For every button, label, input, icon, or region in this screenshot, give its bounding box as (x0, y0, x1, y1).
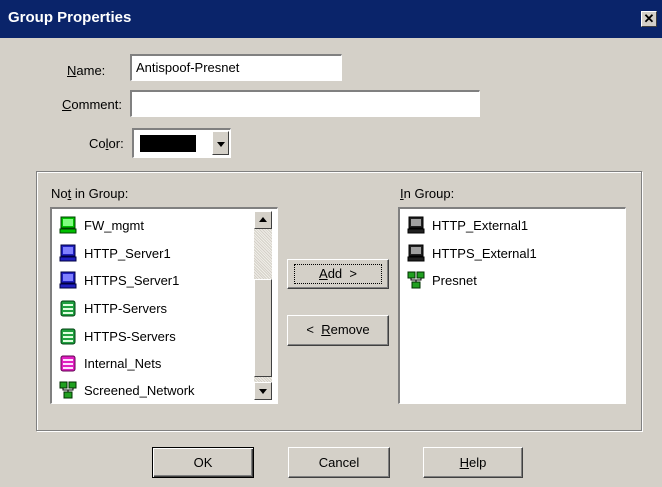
list-item[interactable]: HTTPS_Server1 (58, 267, 179, 293)
list-item-label: HTTP-Servers (84, 300, 168, 316)
list-item[interactable]: HTTPS-Servers (58, 323, 176, 349)
network-icon (59, 381, 77, 399)
color-swatch (140, 135, 196, 152)
scroll-up-button[interactable] (254, 211, 272, 229)
network-icon (407, 271, 425, 289)
name-field[interactable]: Antispoof-Presnet (130, 54, 342, 81)
list-item[interactable]: FW_mgmt (58, 212, 144, 238)
list-item[interactable]: HTTP_External1 (406, 212, 528, 238)
title-bar: Group Properties ✕ (0, 0, 662, 38)
list-item[interactable]: HTTP_Server1 (58, 240, 171, 266)
help-button[interactable]: Help (423, 447, 523, 478)
not-in-group-label: Not in Group: (51, 186, 129, 201)
comment-field[interactable] (130, 90, 480, 117)
workstation-green-icon (59, 216, 77, 234)
list-scrollbar[interactable] (254, 211, 272, 400)
scroll-down-button[interactable] (254, 382, 272, 400)
list-item-label: HTTP_External1 (432, 217, 529, 233)
in-group-label: In Group: (400, 186, 455, 201)
color-dropdown[interactable] (132, 128, 231, 158)
name-value: Antispoof-Presnet (136, 60, 240, 75)
in-group-list[interactable]: HTTP_External1 HTTPS_External1 Presnet (398, 207, 626, 404)
add-button[interactable]: Add > (287, 259, 389, 289)
chevron-down-icon (217, 142, 225, 147)
not-in-group-list[interactable]: FW_mgmt HTTP_Server1 HTTPS_Server1 HTTP-… (50, 207, 278, 404)
remove-button[interactable]: < Remove (287, 315, 389, 346)
focus-rect (294, 264, 382, 284)
list-item-label: HTTPS-Servers (84, 328, 176, 344)
list-item[interactable]: HTTP-Servers (58, 295, 167, 321)
workstation-blue-icon (59, 271, 77, 289)
close-button[interactable]: ✕ (641, 11, 657, 27)
group-magenta-icon (60, 355, 76, 372)
list-item[interactable]: Internal_Nets (58, 350, 161, 376)
workstation-black-icon (407, 216, 425, 234)
list-item-label: HTTPS_External1 (432, 245, 537, 261)
list-item-label: FW_mgmt (84, 217, 144, 233)
list-item[interactable]: Screened_Network (58, 377, 195, 403)
workstation-blue-icon (59, 244, 77, 262)
list-item-label: Screened_Network (84, 382, 195, 398)
window-title: Group Properties (8, 9, 132, 26)
arrow-down-icon (259, 389, 267, 394)
name-label: Name: (67, 63, 106, 78)
group-green-icon (60, 300, 76, 317)
list-item-label: HTTP_Server1 (84, 245, 171, 261)
group-green-icon (60, 328, 76, 345)
arrow-up-icon (259, 217, 267, 222)
close-icon: ✕ (643, 11, 655, 26)
color-label: Color: (89, 136, 124, 151)
ok-button[interactable]: OK (152, 447, 254, 478)
scroll-thumb[interactable] (254, 279, 272, 377)
color-dropdown-button[interactable] (212, 131, 229, 155)
list-item[interactable]: Presnet (406, 267, 477, 293)
list-item-label: Presnet (432, 272, 477, 288)
cancel-button[interactable]: Cancel (288, 447, 390, 478)
list-item-label: Internal_Nets (84, 355, 162, 371)
workstation-black-icon (407, 244, 425, 262)
comment-label: Comment: (62, 97, 122, 112)
list-item-label: HTTPS_Server1 (84, 272, 180, 288)
list-item[interactable]: HTTPS_External1 (406, 240, 537, 266)
